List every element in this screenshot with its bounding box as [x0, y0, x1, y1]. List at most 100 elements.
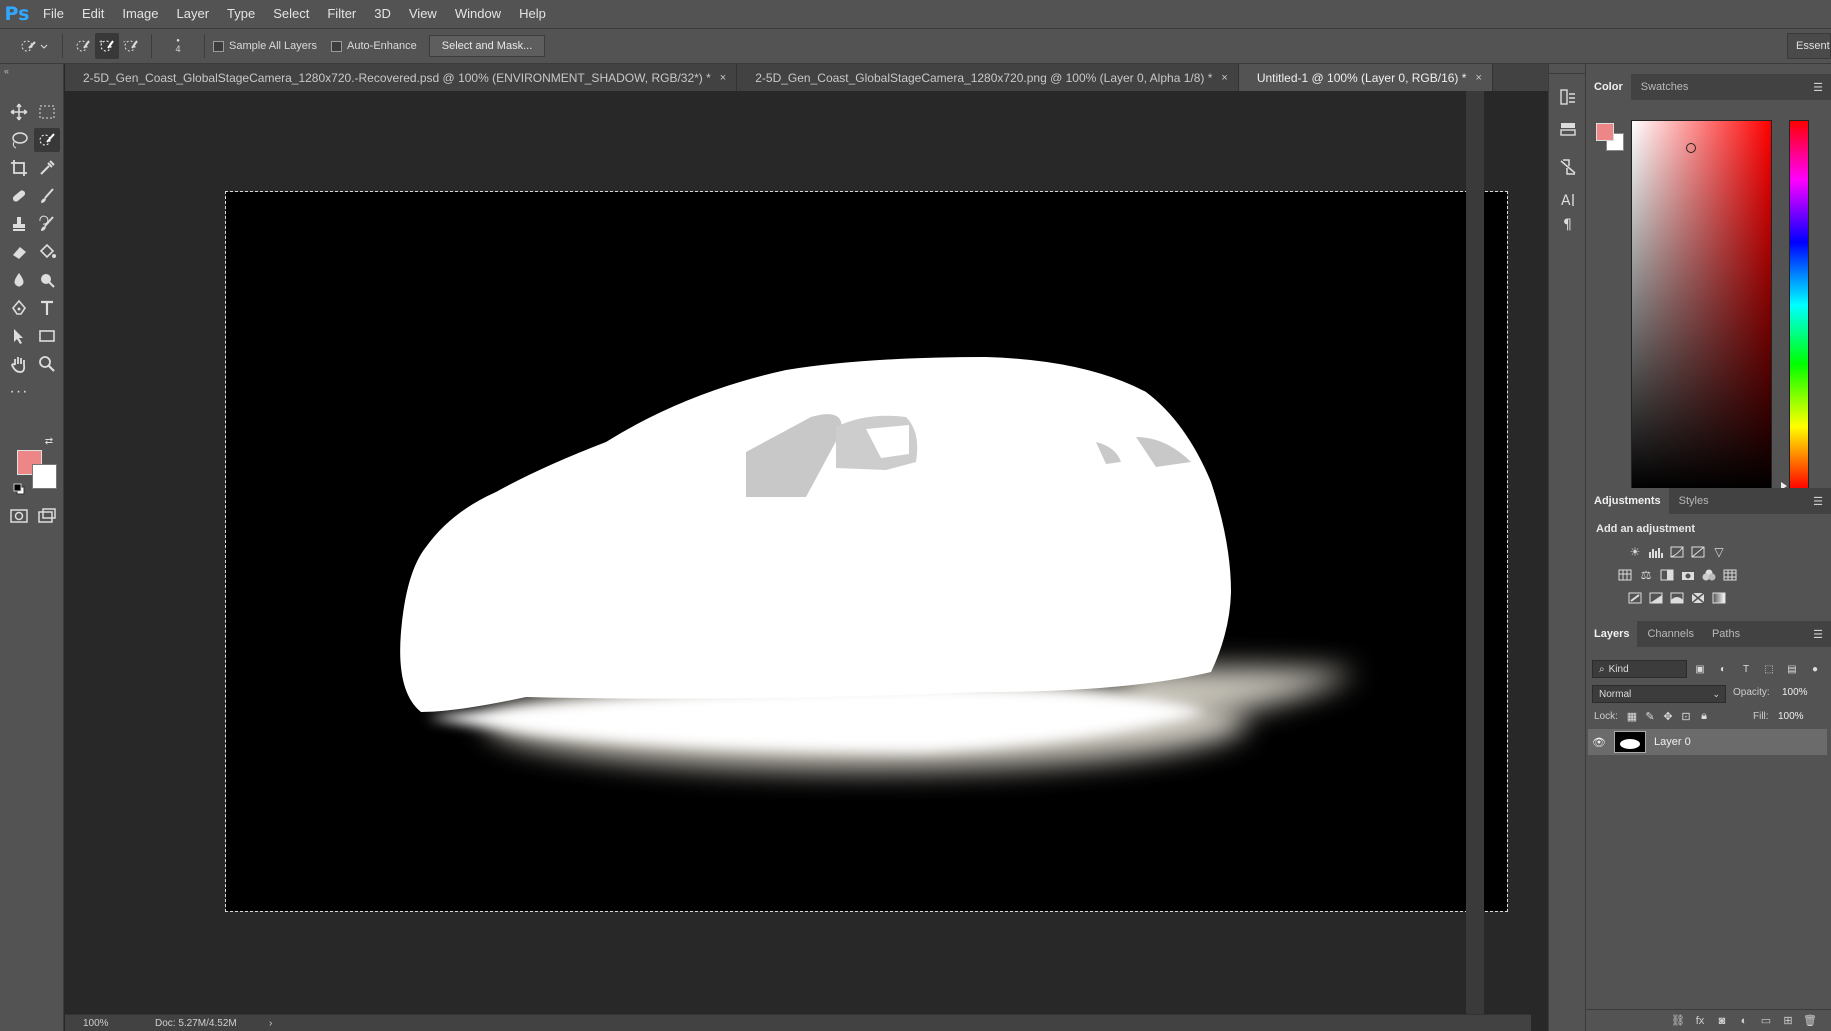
blend-mode-select[interactable]: Normal ⌄	[1592, 685, 1726, 703]
lock-transparent-pixels-icon[interactable]: ▦	[1624, 709, 1640, 723]
layer-name[interactable]: Layer 0	[1654, 736, 1691, 748]
tab-color[interactable]: Color	[1586, 74, 1631, 100]
black-white-icon[interactable]	[1658, 567, 1676, 583]
close-icon[interactable]: ×	[1221, 72, 1227, 84]
collapse-arrows-icon[interactable]: «	[4, 66, 9, 76]
panel-menu-icon[interactable]: ☰	[1813, 81, 1823, 94]
lock-position-icon[interactable]: ✥	[1660, 709, 1676, 723]
background-color-swatch[interactable]	[32, 464, 57, 489]
hue-slider[interactable]	[1789, 120, 1809, 490]
gradient-map-icon[interactable]	[1710, 590, 1728, 606]
tab-styles[interactable]: Styles	[1679, 488, 1719, 514]
color-lookup-icon[interactable]	[1721, 567, 1739, 583]
path-selection-tool[interactable]	[6, 324, 32, 348]
document-tab[interactable]: 2-5D_Gen_Coast_GlobalStageCamera_1280x72…	[65, 64, 738, 91]
menu-image[interactable]: Image	[113, 0, 167, 28]
menu-window[interactable]: Window	[446, 0, 510, 28]
move-tool[interactable]	[6, 100, 32, 124]
eraser-tool[interactable]	[6, 240, 32, 264]
menu-edit[interactable]: Edit	[73, 0, 113, 28]
lasso-tool[interactable]	[6, 128, 32, 152]
invert-icon[interactable]	[1626, 590, 1644, 606]
auto-enhance-checkbox[interactable]	[331, 40, 343, 52]
smart-object-filter-icon[interactable]: ▤	[1782, 660, 1802, 678]
strip-collapse-bar[interactable]	[1549, 64, 1587, 74]
quick-mask-button[interactable]	[6, 504, 32, 528]
select-and-mask-button[interactable]: Select and Mask...	[428, 35, 546, 57]
quick-selection-tool[interactable]	[34, 128, 60, 152]
sample-all-layers-checkbox[interactable]	[213, 40, 224, 52]
paint-bucket-tool[interactable]	[34, 240, 60, 264]
history-brush-tool[interactable]	[34, 212, 60, 236]
layer-kind-filter[interactable]: ⌕ Kind	[1592, 660, 1687, 678]
pen-tool[interactable]	[6, 296, 32, 320]
tool-preset-picker[interactable]	[14, 33, 54, 59]
add-mask-icon[interactable]: ◙	[1711, 1015, 1733, 1027]
properties-panel-icon[interactable]	[1557, 118, 1579, 140]
channel-mixer-icon[interactable]	[1700, 567, 1718, 583]
posterize-icon[interactable]	[1647, 590, 1665, 606]
dodge-tool[interactable]	[34, 268, 60, 292]
brush-size-picker[interactable]: ● 4	[160, 33, 196, 59]
curves-icon[interactable]	[1668, 544, 1686, 560]
new-selection-button[interactable]	[71, 33, 95, 59]
document-tab[interactable]: 2-5D_Gen_Coast_GlobalStageCamera_1280x72…	[737, 64, 1239, 91]
layer-row[interactable]: 👁︎ Layer 0	[1588, 729, 1827, 755]
panel-menu-icon[interactable]: ☰	[1813, 495, 1823, 508]
opacity-input[interactable]: 100%	[1782, 687, 1808, 698]
tab-swatches[interactable]: Swatches	[1641, 74, 1699, 100]
vibrance-icon[interactable]: ▽	[1710, 544, 1728, 560]
history-panel-icon[interactable]	[1557, 86, 1579, 108]
close-icon[interactable]: ×	[720, 72, 726, 84]
menu-3d[interactable]: 3D	[365, 0, 400, 28]
menu-help[interactable]: Help	[510, 0, 555, 28]
swap-colors-icon[interactable]: ⇄	[42, 434, 56, 448]
layer-style-icon[interactable]: fx	[1689, 1015, 1711, 1027]
menu-select[interactable]: Select	[264, 0, 318, 28]
menu-type[interactable]: Type	[218, 0, 264, 28]
brush-tool[interactable]	[34, 184, 60, 208]
rectangle-tool[interactable]	[34, 324, 60, 348]
sample-all-layers-option[interactable]: Sample All Layers	[213, 40, 317, 52]
tab-adjustments[interactable]: Adjustments	[1586, 488, 1669, 514]
close-icon[interactable]: ×	[1475, 72, 1481, 84]
shape-layer-filter-icon[interactable]: ⬚	[1759, 660, 1779, 678]
fill-input[interactable]: 100%	[1778, 711, 1804, 722]
zoom-level[interactable]: 100%	[65, 1018, 121, 1029]
color-balance-icon[interactable]: ⚖	[1637, 567, 1655, 583]
eyedropper-tool[interactable]	[34, 156, 60, 180]
auto-enhance-option[interactable]: Auto-Enhance	[331, 40, 417, 52]
document-canvas[interactable]	[226, 192, 1507, 911]
exposure-icon[interactable]	[1689, 544, 1707, 560]
menu-layer[interactable]: Layer	[168, 0, 219, 28]
pixel-layer-filter-icon[interactable]: ▣	[1690, 660, 1710, 678]
zoom-tool[interactable]	[34, 352, 60, 376]
default-colors-icon[interactable]	[12, 482, 26, 496]
hand-tool[interactable]	[6, 352, 32, 376]
document-tab-active[interactable]: Untitled-1 @ 100% (Layer 0, RGB/16) * ×	[1238, 64, 1493, 91]
canvas-area[interactable]	[65, 91, 1531, 1014]
menu-view[interactable]: View	[400, 0, 446, 28]
brightness-contrast-icon[interactable]: ☀	[1626, 544, 1644, 560]
clone-stamp-tool[interactable]	[6, 212, 32, 236]
healing-brush-tool[interactable]	[6, 184, 32, 208]
workspace-switcher[interactable]: Essentials	[1787, 33, 1831, 59]
tab-channels[interactable]: Channels	[1647, 621, 1703, 647]
paragraph-panel-icon[interactable]: ¶	[1557, 212, 1579, 234]
filter-toggle-icon[interactable]: ●	[1805, 660, 1825, 678]
character-panel-icon[interactable]: A	[1557, 188, 1579, 210]
menu-file[interactable]: File	[34, 0, 73, 28]
panel-menu-icon[interactable]: ☰	[1813, 628, 1823, 641]
subtract-from-selection-button[interactable]: -	[119, 33, 143, 59]
libraries-panel-icon[interactable]	[1557, 156, 1579, 178]
rectangular-marquee-tool[interactable]	[34, 100, 60, 124]
lock-image-pixels-icon[interactable]: ✎	[1642, 709, 1658, 723]
new-adjustment-layer-icon[interactable]: ◐	[1733, 1015, 1755, 1027]
levels-icon[interactable]	[1647, 544, 1665, 560]
adjustment-layer-filter-icon[interactable]: ◐	[1713, 660, 1733, 678]
new-group-icon[interactable]: ▭	[1755, 1014, 1777, 1027]
color-picker-cursor[interactable]	[1686, 143, 1696, 153]
screen-mode-button[interactable]	[34, 504, 60, 528]
prevent-autonest-icon[interactable]: ⊡	[1678, 709, 1694, 723]
tab-layers[interactable]: Layers	[1586, 621, 1638, 647]
